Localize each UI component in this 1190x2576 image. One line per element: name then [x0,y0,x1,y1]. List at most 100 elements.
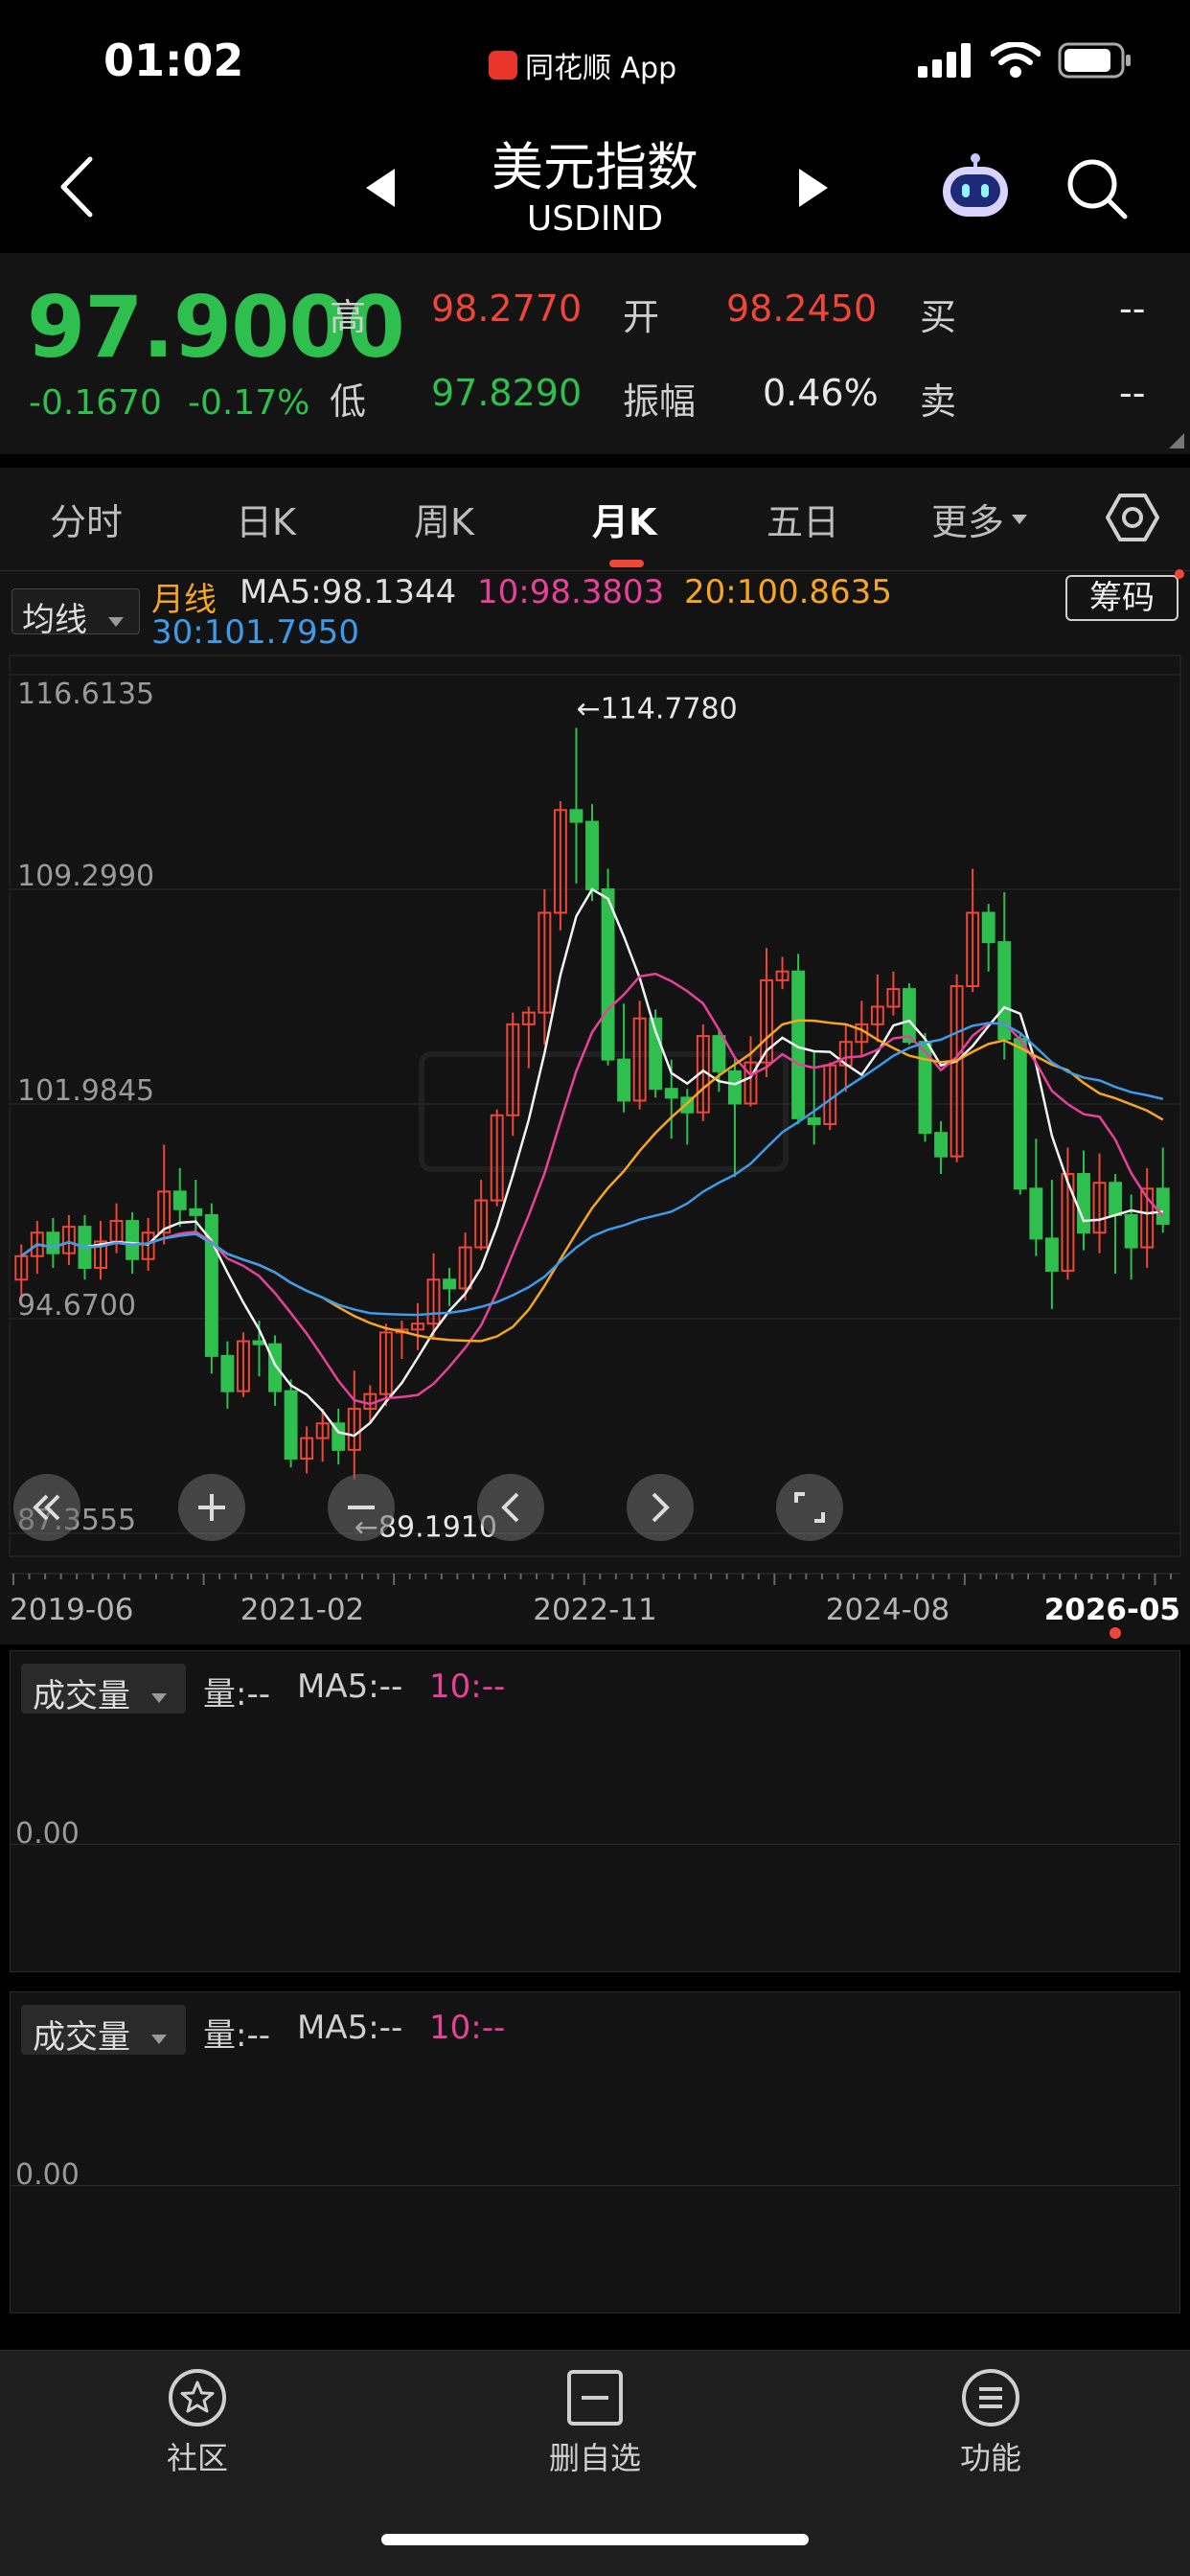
community-star-icon [169,2369,226,2426]
app-logo-icon [489,51,517,80]
ma5-value: MA5:98.1344 [240,573,457,611]
next-instrument-icon[interactable] [795,167,832,209]
open-value: 98.2450 [726,288,878,330]
candle-body [1156,1187,1170,1226]
x-tick-label: 2019-06 [10,1593,134,1627]
fullscreen-icon [794,1492,825,1523]
expand-corner-icon[interactable] [1169,433,1184,448]
fullscreen-button[interactable] [776,1474,843,1541]
candle-body [268,1343,282,1392]
candle-body [46,1231,60,1254]
candle-body [601,887,615,1061]
candle-body [284,1390,298,1460]
candle-body [712,1035,726,1072]
tab-weekly-k[interactable]: 周K [414,493,474,545]
ma-selector-button[interactable]: 均线 [11,588,140,639]
x-tick-label: 2022-11 [533,1593,657,1627]
y-tick-label: 101.9845 [17,1074,154,1108]
status-app-name: 同花顺 App [489,44,676,86]
nav-remove-watchlist[interactable]: 删自选 [499,2367,691,2478]
app-name-label: 同花顺 App [525,52,677,85]
tab-monthly-k[interactable]: 月K [592,493,656,545]
tab-five-day[interactable]: 五日 [767,493,839,545]
remove-watchlist-icon [567,2370,623,2426]
scroll-right-button[interactable] [627,1474,694,1541]
price-change-percent: -0.17% [188,383,310,423]
tab-daily-k[interactable]: 日K [236,493,296,545]
volume-indicator-selector[interactable]: 成交量 [21,1664,186,1715]
amplitude-value: 0.46% [763,372,879,414]
menu-circle-icon [962,2369,1019,2426]
ma-selector-label: 均线 [22,601,87,639]
candle-body [981,911,995,944]
candle-body [1029,1187,1043,1240]
candle-body [585,820,599,890]
buy-label: 买 [920,296,957,338]
candle-body [443,1278,457,1290]
buy-value: -- [1119,288,1146,330]
caret-down-icon [107,616,124,627]
ma20-line [20,1019,1164,1343]
candle-body [1124,1213,1138,1249]
chart-frame [9,655,1181,1557]
caret-down-icon [150,2034,167,2044]
cellular-signal-icon [918,43,971,78]
ma10-line [20,972,1164,1406]
tab-more-label: 更多 [931,501,1005,543]
scroll-left-button[interactable] [477,1474,544,1541]
chip-distribution-button[interactable]: 筹码 [1065,575,1179,621]
volume-zero-label: 0.00 [15,1817,80,1851]
high-label: 高 [330,296,367,338]
nav-remove-watchlist-label: 删自选 [548,2440,641,2476]
volume-selector-label: 成交量 [33,2018,130,2057]
plus-icon [198,1494,225,1521]
x-tick-label: 2024-08 [826,1593,950,1627]
x-tick-label: 2021-02 [240,1593,365,1627]
sell-label: 卖 [920,380,957,423]
chevron-left-icon [501,1492,519,1523]
sell-value: -- [1119,372,1146,414]
tab-intraday[interactable]: 分时 [50,493,123,545]
search-icon[interactable] [1065,157,1129,220]
nav-community[interactable]: 社区 [102,2367,293,2478]
double-chevron-left-icon [33,1494,60,1521]
volume-indicator-selector[interactable]: 成交量 [21,2005,186,2057]
max-price-label: ←114.7780 [576,693,737,726]
robot-assistant-icon[interactable] [937,153,1014,222]
settings-hexagon-icon[interactable] [1106,491,1159,544]
notification-dot [1175,569,1184,579]
volume-gridline [10,2185,1180,2186]
nav-community-label: 社区 [166,2440,228,2476]
candle-body [934,1132,949,1158]
candle-body [664,1088,678,1099]
x-tick-label: 2026-05 [1044,1593,1180,1627]
amplitude-label: 振幅 [623,380,697,423]
volume-value: 量:-- [203,1675,270,1714]
scroll-left-fast-button[interactable] [13,1474,80,1541]
candle-body [569,809,584,823]
candle-body [1013,1038,1027,1190]
volume-ma10: 10:-- [429,1668,506,1706]
chevron-right-icon [652,1492,670,1523]
price-change: -0.1670 [29,383,162,423]
low-label: 低 [330,380,367,423]
candle-body [126,1220,140,1260]
tab-more[interactable]: 更多 [931,493,1029,545]
zoom-out-button[interactable] [328,1474,395,1541]
y-tick-label: 94.6700 [17,1289,136,1322]
candle-body [617,1058,631,1102]
open-label: 开 [623,296,660,338]
nav-functions[interactable]: 功能 [895,2367,1087,2478]
candle-body [172,1190,187,1210]
candle-body [1044,1237,1059,1273]
candle-body [903,988,916,1044]
candlestick-chart[interactable]: 116.6135109.2990101.984594.670087.355520… [0,652,1190,1644]
ma10-value: 10:98.3803 [477,573,665,611]
volume-ma5: MA5:-- [297,1668,403,1706]
ma20-value: 20:100.8635 [684,573,892,611]
zoom-in-button[interactable] [178,1474,245,1541]
volume-ma10: 10:-- [429,2009,506,2047]
ma5-line [20,887,1163,1438]
y-tick-label: 109.2990 [17,860,154,893]
candle-body [1077,1173,1090,1234]
